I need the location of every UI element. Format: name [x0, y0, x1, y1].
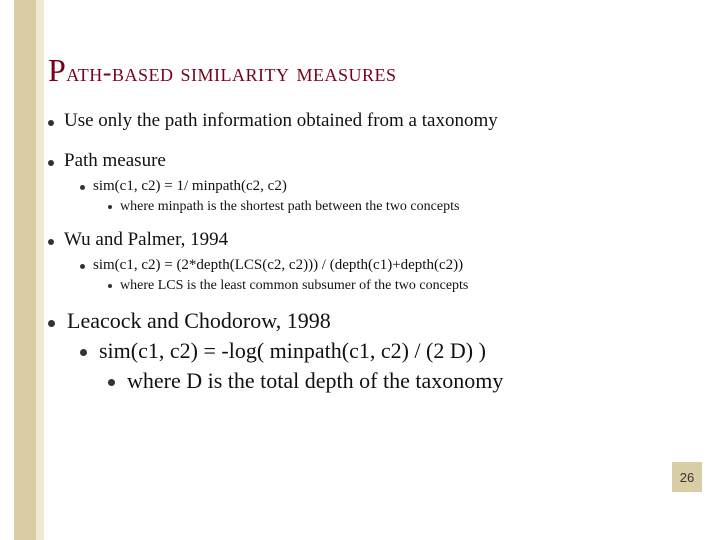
- bullet-level1: Wu and Palmer, 1994: [48, 229, 690, 251]
- bullet-level1: Use only the path information obtained f…: [48, 110, 690, 132]
- bullet-level1: Path measure: [48, 150, 690, 172]
- bullet-text: Leacock and Chodorow, 1998: [67, 308, 331, 334]
- bullet-text: Use only the path information obtained f…: [64, 110, 690, 132]
- bullet-text: where minpath is the shortest path betwe…: [120, 199, 459, 215]
- bullet-level2: sim(c1, c2) = -log( minpath(c1, c2) / (2…: [80, 338, 690, 364]
- bullet-icon: [80, 185, 85, 190]
- bullet-icon: [48, 320, 55, 327]
- bullet-text: Path measure: [64, 150, 690, 172]
- page-number: 26: [680, 470, 694, 485]
- bullet-level3: where LCS is the least common subsumer o…: [108, 278, 690, 294]
- bullet-level3: where D is the total depth of the taxono…: [108, 368, 690, 394]
- bullet-text: Wu and Palmer, 1994: [64, 229, 690, 251]
- bullet-level1: Leacock and Chodorow, 1998: [48, 308, 690, 334]
- bullet-icon: [48, 160, 54, 166]
- bullet-text: where LCS is the least common subsumer o…: [120, 278, 468, 294]
- bullet-text: sim(c1, c2) = 1/ minpath(c2, c2): [93, 178, 287, 195]
- bullet-icon: [108, 205, 112, 209]
- bullet-icon: [48, 239, 54, 245]
- slide-title: Path-based similarity measures: [48, 52, 396, 89]
- bullet-level2: sim(c1, c2) = (2*depth(LCS(c2, c2))) / (…: [80, 257, 690, 274]
- slide-body: Use only the path information obtained f…: [48, 110, 690, 394]
- decorative-stripe-light: [36, 0, 44, 540]
- decorative-stripe-dark: [14, 0, 36, 540]
- bullet-text: sim(c1, c2) = -log( minpath(c1, c2) / (2…: [99, 338, 486, 364]
- page-number-badge: 26: [672, 462, 702, 492]
- bullet-icon: [108, 379, 115, 386]
- bullet-level3: where minpath is the shortest path betwe…: [108, 199, 690, 215]
- bullet-text: where D is the total depth of the taxono…: [127, 368, 503, 394]
- bullet-icon: [108, 284, 112, 288]
- bullet-text: sim(c1, c2) = (2*depth(LCS(c2, c2))) / (…: [93, 257, 463, 274]
- bullet-level2: sim(c1, c2) = 1/ minpath(c2, c2): [80, 178, 690, 195]
- bullet-icon: [80, 349, 87, 356]
- bullet-icon: [48, 120, 54, 126]
- bullet-icon: [80, 264, 85, 269]
